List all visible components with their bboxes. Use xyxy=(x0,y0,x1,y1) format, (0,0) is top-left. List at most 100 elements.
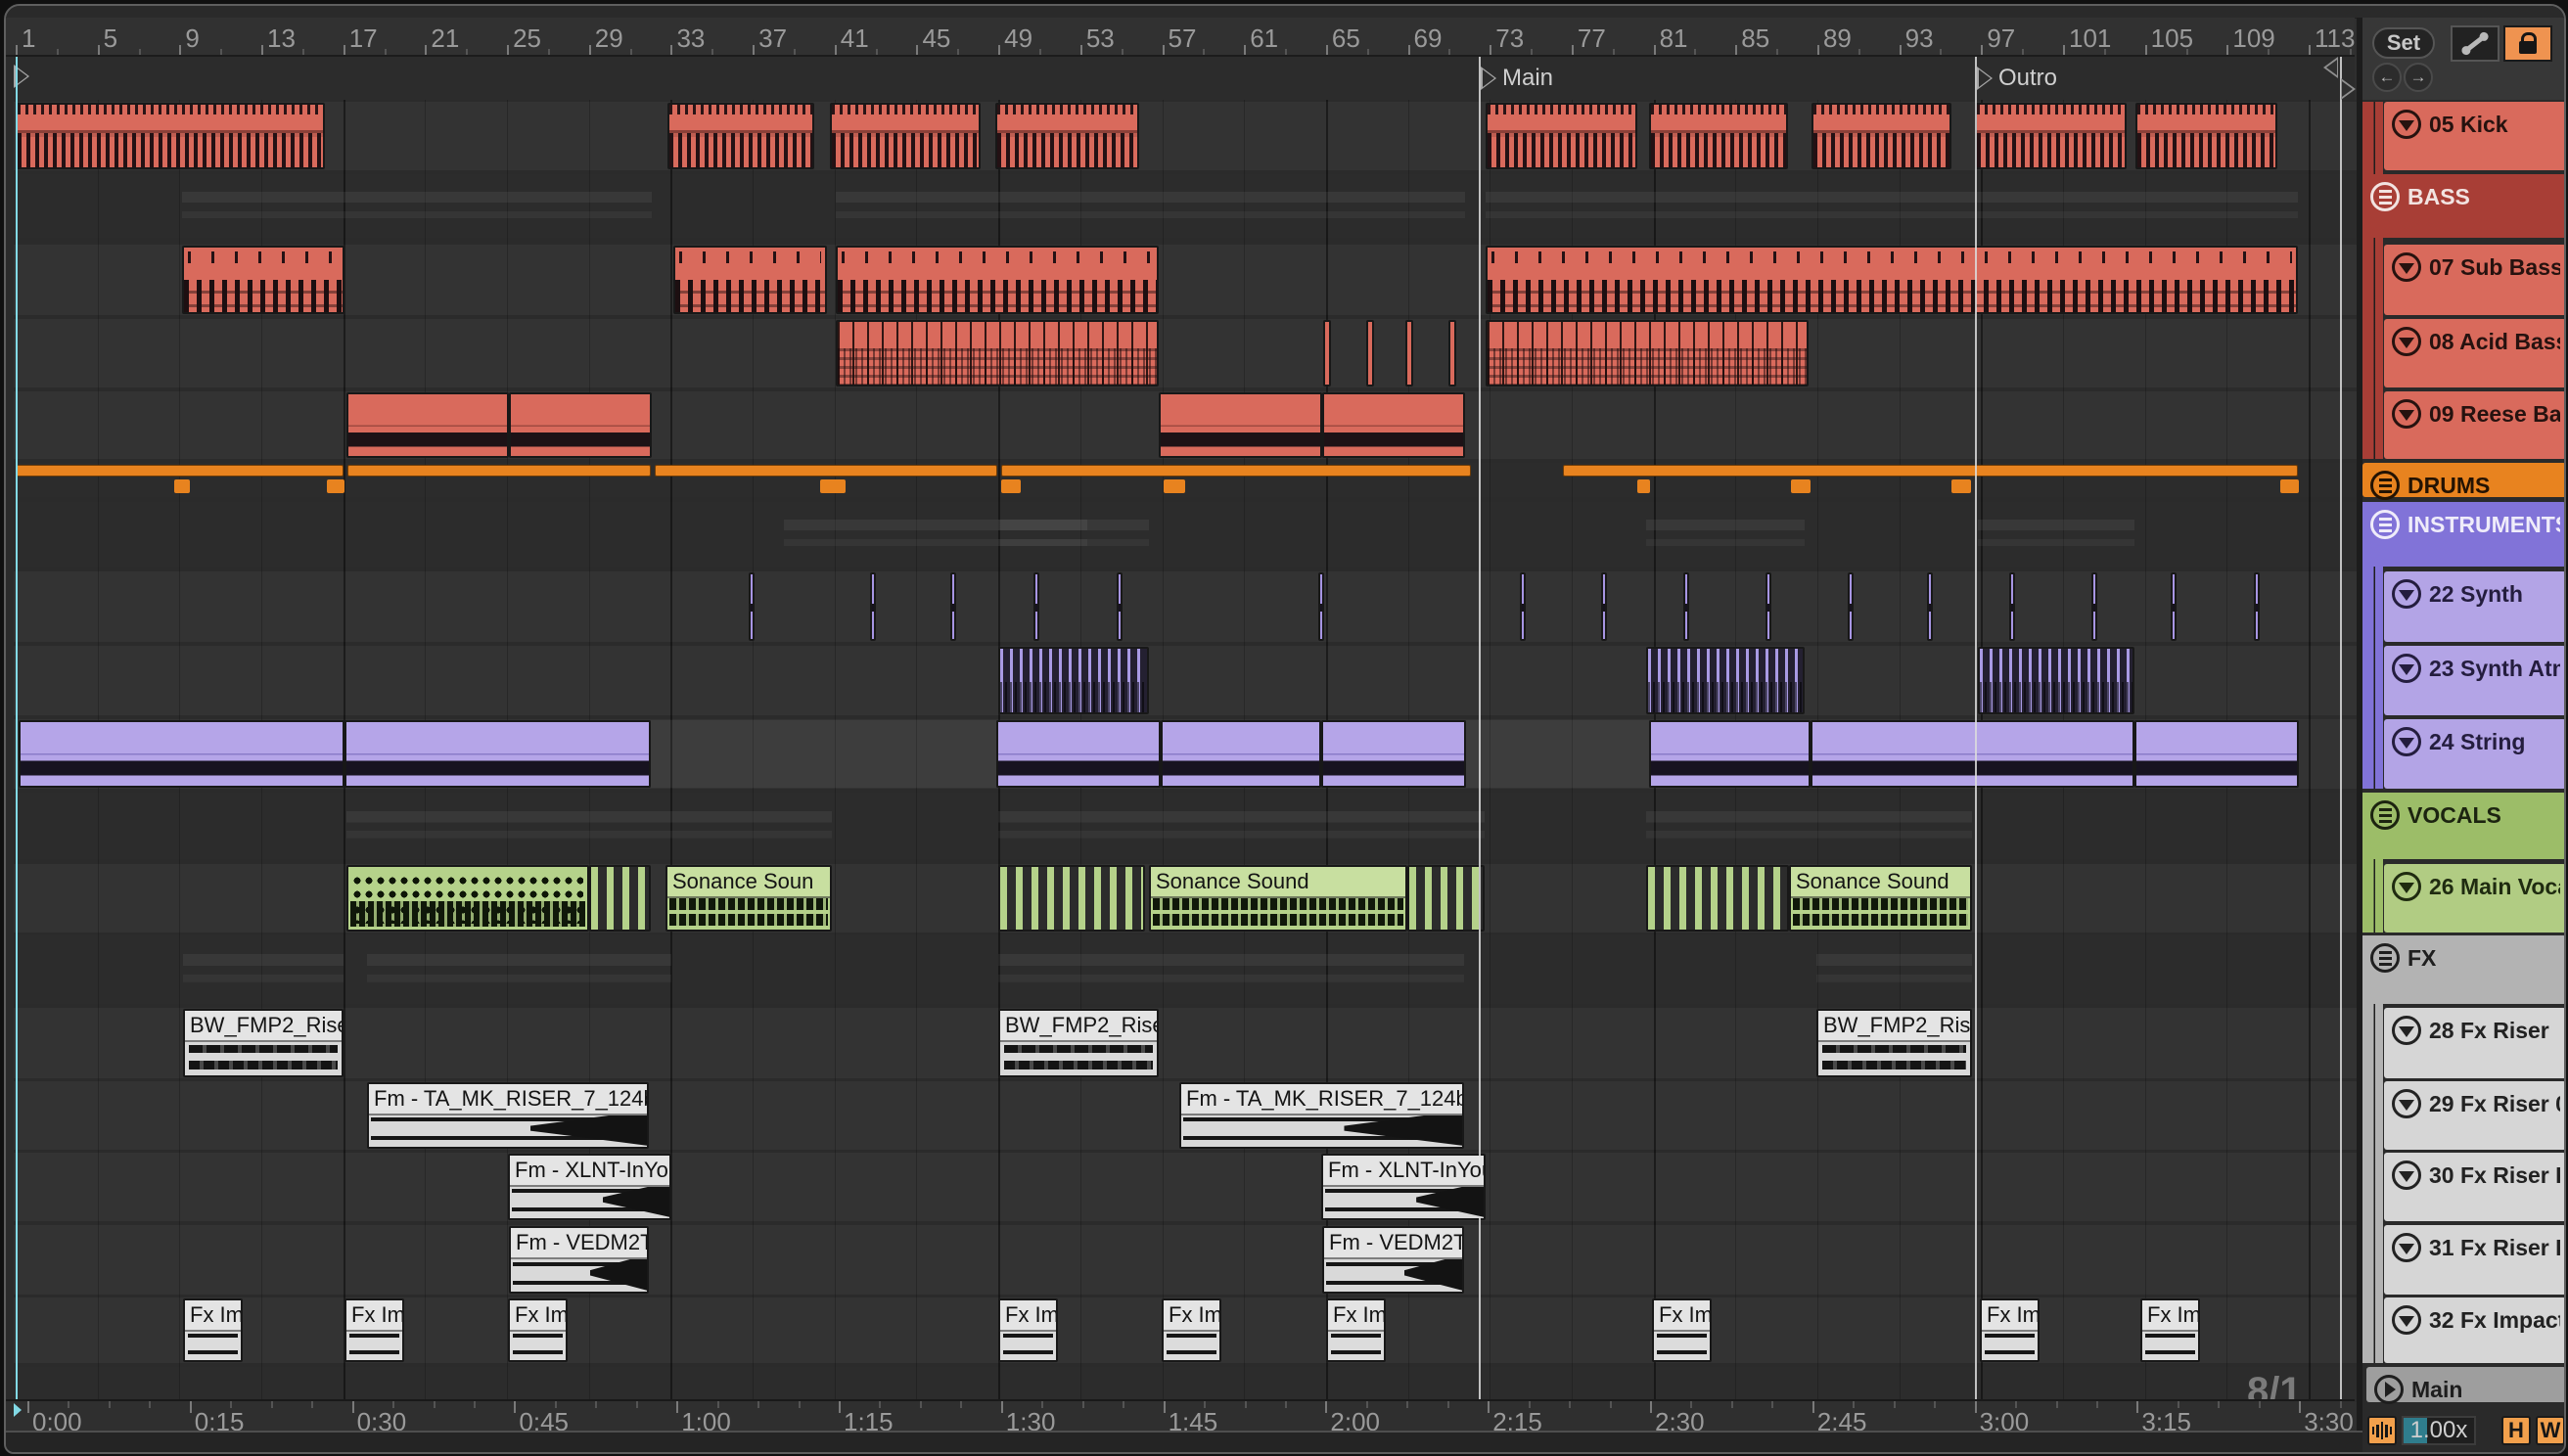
clip[interactable] xyxy=(2171,572,2177,641)
clip[interactable] xyxy=(1164,479,1185,493)
group-fold-icon[interactable] xyxy=(2370,182,2400,211)
clip[interactable] xyxy=(1520,572,1526,641)
track-header-fx[interactable]: FX xyxy=(2362,935,2564,1004)
clip[interactable] xyxy=(1646,507,1805,562)
clip[interactable] xyxy=(1646,865,1789,932)
clip[interactable] xyxy=(836,320,1159,387)
clip[interactable] xyxy=(2135,103,2277,169)
clip[interactable] xyxy=(16,103,325,169)
track-header-32-fx-impact-hi[interactable]: 32 Fx Impact Hi xyxy=(2384,1297,2564,1363)
arrangement-area[interactable]: Sonance Soun Sonance Sound Sonance Sound BW… xyxy=(6,57,2357,1429)
clip[interactable]: Fx Imp xyxy=(1326,1298,1386,1362)
track-fold-icon[interactable] xyxy=(2392,327,2421,356)
clip[interactable] xyxy=(19,720,344,788)
time-ruler[interactable]: 0:00 0:15 0:30 0:45 1:00 1:15 1:30 1:45 2:00 2:15… xyxy=(6,1399,2423,1436)
clip[interactable] xyxy=(1975,103,2127,169)
track-header-28-fx-riser[interactable]: 28 Fx Riser xyxy=(2384,1008,2564,1078)
clip[interactable] xyxy=(174,479,190,493)
clip[interactable] xyxy=(367,940,671,999)
track-header-29-fx-riser-02[interactable]: 29 Fx Riser 02 xyxy=(2384,1081,2564,1150)
clip[interactable] xyxy=(995,103,1139,169)
clip[interactable] xyxy=(1466,720,1649,788)
clip[interactable] xyxy=(2254,572,2260,641)
clip[interactable] xyxy=(820,479,846,493)
clip[interactable]: Sonance Sound xyxy=(1789,865,1972,932)
track-fold-icon[interactable] xyxy=(2392,872,2421,901)
clip[interactable]: Sonance Sound xyxy=(1149,865,1407,932)
clip[interactable] xyxy=(346,865,589,932)
clip[interactable] xyxy=(1486,246,2298,314)
clip[interactable]: Fx Imp xyxy=(1652,1298,1712,1362)
clip[interactable] xyxy=(673,246,827,314)
track-fold-icon[interactable] xyxy=(2392,1160,2421,1190)
track-header-vocals[interactable]: VOCALS xyxy=(2362,793,2564,859)
next-marker-button[interactable]: → xyxy=(2404,63,2433,92)
clip[interactable]: Fm - XLNT-InYour xyxy=(1321,1154,1486,1220)
clip[interactable] xyxy=(1646,647,1805,714)
track-header-drums[interactable]: DRUMS xyxy=(2362,463,2564,500)
clip[interactable] xyxy=(1791,479,1811,493)
lane-main[interactable] xyxy=(14,1367,2357,1402)
track-fold-icon[interactable] xyxy=(2392,1305,2421,1335)
clip[interactable] xyxy=(950,572,956,641)
clip[interactable] xyxy=(830,103,981,169)
clip[interactable]: Fx Imp xyxy=(344,1298,404,1362)
lock-button[interactable] xyxy=(2503,25,2552,62)
clip[interactable] xyxy=(998,940,1464,999)
lane-28-fx-riser[interactable] xyxy=(14,1008,2357,1078)
clip[interactable]: Fx Imp xyxy=(183,1298,243,1362)
clip[interactable] xyxy=(998,507,1149,562)
track-header-24-string[interactable]: 24 String xyxy=(2384,719,2564,789)
clip[interactable] xyxy=(1322,392,1465,458)
clip[interactable] xyxy=(1649,720,1811,788)
clip[interactable] xyxy=(182,246,344,314)
clip[interactable]: BW_FMP2_Riser xyxy=(998,1009,1159,1077)
playback-speed-field[interactable]: 1.00x xyxy=(2402,1416,2476,1445)
clip[interactable] xyxy=(2009,572,2015,641)
clip[interactable] xyxy=(998,865,1145,932)
track-header-08-acid-bass[interactable]: 08 Acid Bass xyxy=(2384,319,2564,387)
clip[interactable] xyxy=(1816,940,1972,999)
clip[interactable] xyxy=(589,865,651,932)
lane-30-fx-riser-pha[interactable] xyxy=(14,1153,2357,1221)
link-button[interactable] xyxy=(2451,25,2499,62)
clip[interactable] xyxy=(346,392,509,458)
clip[interactable] xyxy=(1001,465,1471,477)
track-fold-icon[interactable] xyxy=(2392,110,2421,139)
clip[interactable] xyxy=(346,797,832,854)
clip[interactable]: Fm - VEDM2To xyxy=(1322,1226,1464,1294)
clip[interactable] xyxy=(836,246,1159,314)
clip[interactable] xyxy=(1405,320,1413,387)
clip[interactable] xyxy=(1563,465,2298,477)
clip[interactable] xyxy=(1366,320,1374,387)
group-fold-icon[interactable] xyxy=(2370,943,2400,973)
clip[interactable]: Fx Imp xyxy=(2140,1298,2200,1362)
playhead-triangle-icon[interactable] xyxy=(14,1403,22,1417)
clip[interactable] xyxy=(1117,572,1123,641)
track-fold-icon[interactable] xyxy=(2392,727,2421,756)
track-header-22-synth[interactable]: 22 Synth xyxy=(2384,571,2564,642)
scroll-left-icon[interactable] xyxy=(2323,57,2338,78)
clip[interactable] xyxy=(870,572,876,641)
clip[interactable] xyxy=(2091,572,2097,641)
clip[interactable] xyxy=(183,940,344,999)
clip[interactable] xyxy=(347,465,651,477)
track-header-instruments[interactable]: INSTRUMENTS xyxy=(2362,502,2564,567)
bar-ruler[interactable]: 1 5 9 13 17 21 25 29 33 37 41 45 49 53 57 61 65 69 73 77 81 8… xyxy=(6,18,2355,57)
clip[interactable] xyxy=(1646,797,1972,854)
track-fold-icon[interactable] xyxy=(2392,654,2421,683)
track-header-23-synth-atmos[interactable]: 23 Synth Atmos xyxy=(2384,646,2564,715)
clip[interactable]: Fm - XLNT-InYour xyxy=(508,1154,671,1220)
clip[interactable] xyxy=(1601,572,1607,641)
clip[interactable] xyxy=(1811,720,2134,788)
track-header-main[interactable]: Main xyxy=(2366,1367,2564,1404)
lane-31-fx-riser-rat[interactable] xyxy=(14,1225,2357,1295)
clip[interactable] xyxy=(998,647,1149,714)
clip[interactable] xyxy=(667,103,814,169)
clip[interactable] xyxy=(1486,103,1637,169)
play-icon[interactable] xyxy=(2374,1375,2404,1404)
clip[interactable]: Fx Imp xyxy=(1980,1298,2040,1362)
scroll-right-icon[interactable] xyxy=(2341,78,2356,100)
lane-08-acid-bass[interactable] xyxy=(14,319,2357,387)
clip[interactable] xyxy=(1978,507,2134,562)
